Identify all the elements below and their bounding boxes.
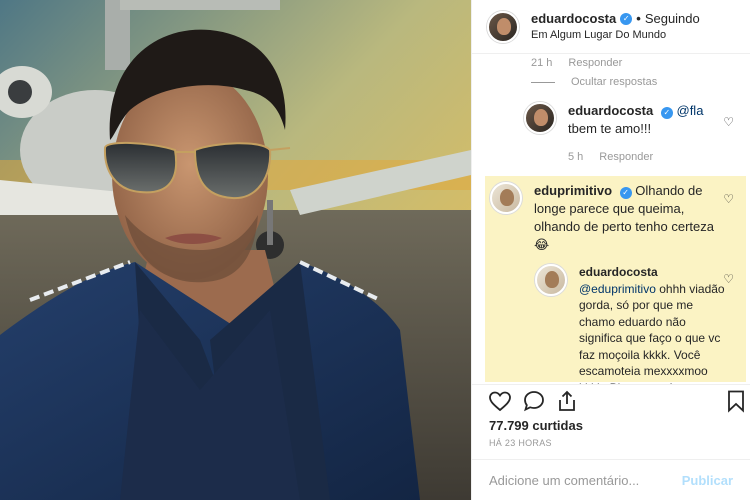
reply-body: eduardocosta @eduprimitivo ohhh viadão g…	[579, 264, 731, 384]
publish-button[interactable]: Publicar	[682, 473, 733, 488]
verified-icon: ✓	[660, 107, 673, 119]
dot-separator: •	[636, 10, 641, 26]
reply-username[interactable]: eduardocosta	[579, 265, 658, 279]
add-comment-bar: Publicar	[472, 459, 750, 500]
share-icon[interactable]	[555, 389, 579, 413]
comments-section[interactable]: 21 h Responder Ocultar respostas eduardo…	[472, 54, 750, 384]
like-comment-heart-icon[interactable]: ♡	[723, 192, 734, 206]
verified-icon: ✓	[619, 187, 632, 199]
comment-input[interactable]	[489, 472, 682, 488]
header-text: eduardocosta ✓ • Seguindo Em Algum Lugar…	[531, 11, 700, 43]
reply-item: eduardocosta ✓ @fla tbem te amo!!!	[524, 102, 714, 138]
post-sidebar: eduardocosta ✓ • Seguindo Em Algum Lugar…	[471, 0, 750, 500]
comment-meta: 5 h Responder	[568, 151, 653, 163]
reply-username[interactable]: eduardocosta	[568, 103, 653, 118]
reply-button[interactable]: Responder	[599, 151, 653, 163]
like-comment-heart-icon[interactable]: ♡	[723, 115, 734, 129]
mention-link[interactable]: @eduprimitivo	[579, 282, 656, 296]
location-link[interactable]: Em Algum Lugar Do Mundo	[531, 27, 700, 43]
likes-count[interactable]: 77.799 curtidas	[489, 418, 583, 433]
heart-icon[interactable]	[488, 389, 512, 413]
post-header: eduardocosta ✓ • Seguindo Em Algum Lugar…	[472, 0, 750, 54]
bookmark-icon[interactable]	[724, 389, 748, 413]
comment-time: 21 h	[531, 57, 553, 69]
man-with-aviator-sunglasses-image	[0, 0, 471, 500]
hide-replies-label: Ocultar respostas	[571, 76, 658, 88]
follow-status-button[interactable]: Seguindo	[645, 11, 700, 27]
reply-button[interactable]: Responder	[568, 57, 622, 69]
avatar[interactable]	[535, 264, 567, 296]
author-username[interactable]: eduardocosta	[531, 11, 616, 27]
comment-icon[interactable]	[522, 389, 546, 413]
like-comment-heart-icon[interactable]: ♡	[723, 272, 734, 286]
post-photo[interactable]	[0, 0, 471, 500]
header-row: eduardocosta ✓ • Seguindo	[531, 11, 700, 27]
mention-link[interactable]: @fla	[677, 103, 704, 118]
avatar[interactable]	[487, 10, 519, 43]
avatar[interactable]	[490, 182, 522, 214]
reply-text: ohhh viadão gorda, só por que me chamo e…	[579, 281, 725, 385]
comment-body: eduprimitivo ✓ Olhando de longe parece q…	[534, 182, 720, 254]
posted-time: HÁ 23 HORAS	[489, 438, 552, 448]
comment-time: 5 h	[568, 151, 584, 163]
comment-meta: 21 h Responder	[531, 57, 622, 69]
hide-replies-toggle[interactable]: Ocultar respostas	[531, 76, 657, 88]
verified-icon: ✓	[620, 12, 633, 25]
comment-item: eduprimitivo ✓ Olhando de longe parece q…	[490, 182, 720, 254]
reply-item: eduardocosta @eduprimitivo ohhh viadão g…	[535, 264, 731, 384]
divider-line	[531, 81, 555, 83]
reply-body: eduardocosta ✓ @fla tbem te amo!!!	[568, 102, 714, 138]
reply-text: tbem te amo!!!	[568, 121, 652, 136]
comment-username[interactable]: eduprimitivo	[534, 183, 612, 198]
avatar[interactable]	[524, 102, 556, 134]
